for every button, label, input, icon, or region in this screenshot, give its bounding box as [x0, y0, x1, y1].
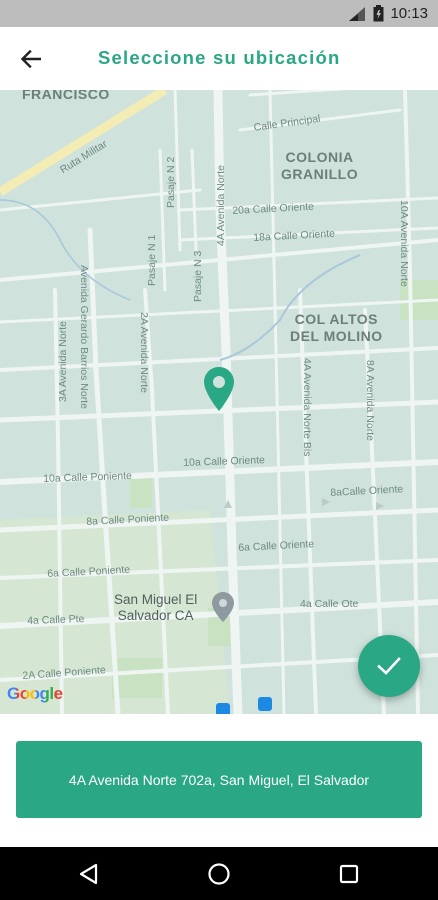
- arrow-left-icon: [21, 50, 41, 68]
- map-label-4a-av-norte-top: 4A Avenida Norte: [215, 165, 227, 246]
- map-label-gerardo-barrios: Avenida Gerardo Barrios Norte: [78, 265, 90, 409]
- map-label-4a-calle-pte: 4a Calle Pte: [27, 613, 85, 627]
- nav-back-icon[interactable]: [76, 861, 102, 887]
- map-label-4a-av-norte-bis: 4A Avenida Norte Bis: [301, 358, 313, 457]
- map-label-colonia-granillo: COLONIA GRANILLO: [281, 149, 359, 182]
- signal-icon: [349, 6, 366, 21]
- google-logo: Google: [7, 684, 63, 704]
- map-label-col-altos: COL ALTOS DEL MOLINO: [290, 311, 383, 344]
- google-logo-text: Google: [7, 684, 63, 703]
- map-label-pasaje-n2: Pasaje N 2: [165, 156, 177, 208]
- map-label-8a-av-norte: 8A Avenida Norte: [364, 360, 376, 441]
- battery-icon: [373, 5, 384, 22]
- transit-icon: [258, 697, 272, 711]
- map-label-3a-av-norte: 3A Avenida Norte: [57, 321, 69, 402]
- transit-icon: [216, 703, 230, 714]
- map-label-2a-av-norte: 2A Avenida Norte: [138, 312, 150, 393]
- bottom-panel: 4A Avenida Norte 702a, San Miguel, El Sa…: [0, 714, 438, 847]
- location-pin-icon[interactable]: [203, 366, 235, 412]
- status-bar: 10:13: [0, 0, 438, 27]
- map-label-4a-calle-ote: 4a Calle Ote: [300, 598, 359, 610]
- app-bar: Seleccione su ubicación: [0, 27, 438, 90]
- address-text: 4A Avenida Norte 702a, San Miguel, El Sa…: [68, 771, 370, 788]
- map-label-san-miguel: San Miguel El Salvador CA: [114, 592, 198, 623]
- nav-recents-icon[interactable]: [336, 861, 362, 887]
- page-title: Seleccione su ubicación: [98, 47, 341, 68]
- nav-home-icon[interactable]: [206, 861, 232, 887]
- map-label-pasaje-n1: Pasaje N 1: [146, 234, 158, 286]
- check-icon: [377, 657, 401, 675]
- map-label-francisco: FRANCISCO: [22, 90, 110, 102]
- map-label-10a-av-norte: 10A Avenida Norte: [398, 200, 410, 287]
- map-view[interactable]: FRANCISCO Ruta Militar Calle Principal P…: [0, 90, 438, 714]
- map-label-pasaje-n3: Pasaje N 3: [192, 250, 204, 302]
- status-time: 10:13: [390, 5, 428, 22]
- back-button[interactable]: [14, 43, 48, 75]
- address-button[interactable]: 4A Avenida Norte 702a, San Miguel, El Sa…: [16, 741, 422, 818]
- system-nav-bar: [0, 847, 438, 900]
- map-marker-icon[interactable]: [211, 591, 235, 623]
- confirm-location-button[interactable]: [358, 635, 420, 697]
